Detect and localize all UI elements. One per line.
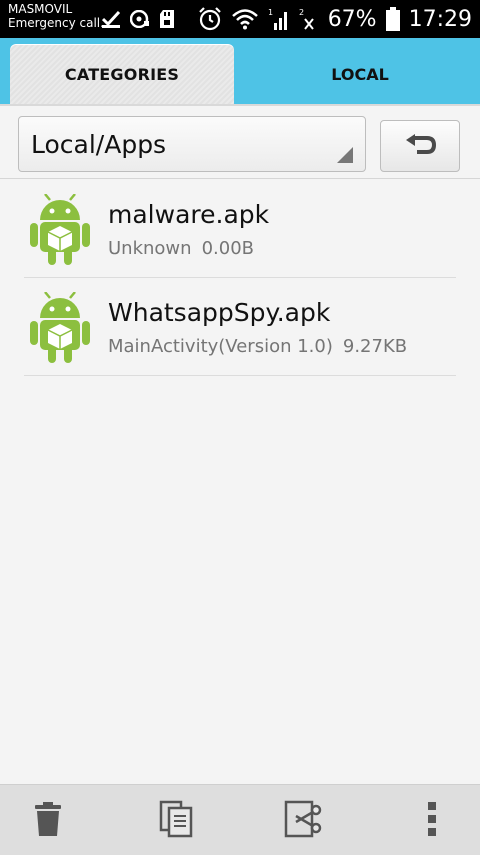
overflow-menu-button[interactable]	[408, 797, 456, 841]
row-divider	[24, 375, 456, 376]
copy-button[interactable]	[152, 797, 200, 841]
list-item[interactable]: malware.apk Unknown 0.00B	[0, 180, 480, 278]
system-icons: 1 2 67% 17:29	[198, 5, 472, 33]
cut-icon	[284, 800, 322, 838]
clock: 17:29	[408, 6, 472, 32]
overflow-menu-icon	[428, 802, 436, 836]
path-divider	[0, 178, 480, 179]
sd-card-icon	[160, 10, 174, 28]
file-size: 0.00B	[201, 238, 254, 259]
sim1-label: 1	[268, 8, 273, 17]
notification-icons	[102, 9, 174, 29]
battery-icon	[385, 7, 400, 31]
file-meta: MainActivity(Version 1.0) 9.27KB	[108, 336, 407, 357]
signal-sim2-icon: 2	[299, 8, 314, 30]
carrier-name: MASMOVIL	[8, 2, 73, 16]
file-package: MainActivity(Version 1.0)	[108, 336, 333, 357]
file-name: malware.apk	[108, 200, 270, 229]
android-apk-icon	[30, 292, 90, 363]
tab-categories[interactable]: CATEGORIES	[10, 44, 234, 104]
status-bar: MASMOVIL Emergency call... 1 2 67% 17:29	[0, 0, 480, 38]
list-item[interactable]: WhatsappSpy.apk MainActivity(Version 1.0…	[0, 278, 480, 376]
bottom-toolbar	[0, 784, 480, 855]
emergency-calls-text: Emergency call...	[8, 16, 112, 30]
sim2-label: 2	[299, 8, 304, 17]
current-path: Local/Apps	[31, 129, 167, 159]
tab-local[interactable]: LOCAL	[240, 44, 480, 104]
trash-icon	[35, 802, 61, 836]
delete-button[interactable]	[24, 797, 72, 841]
media-icon	[130, 10, 149, 28]
battery-percent: 67%	[327, 6, 377, 32]
file-meta: Unknown 0.00B	[108, 238, 254, 259]
wifi-icon	[231, 9, 258, 30]
path-dropdown[interactable]: Local/Apps	[18, 116, 366, 172]
file-name: WhatsappSpy.apk	[108, 298, 331, 327]
file-list: malware.apk Unknown 0.00B WhatsappSpy.apk…	[0, 180, 480, 376]
alarm-icon	[198, 7, 221, 31]
cut-button[interactable]	[280, 797, 328, 841]
back-button[interactable]	[380, 120, 460, 172]
checkmark-icon	[102, 10, 120, 28]
tab-bar: CATEGORIES LOCAL	[0, 38, 480, 104]
copy-icon	[159, 800, 193, 838]
signal-sim1-icon: 1	[268, 8, 287, 30]
back-arrow-icon	[406, 134, 437, 154]
dropdown-caret-icon	[337, 147, 353, 163]
android-apk-icon	[30, 194, 90, 265]
carrier-info: MASMOVIL Emergency call...	[8, 2, 112, 30]
file-size: 9.27KB	[342, 336, 408, 357]
path-bar: Local/Apps	[0, 106, 480, 180]
file-package: Unknown	[108, 238, 192, 259]
